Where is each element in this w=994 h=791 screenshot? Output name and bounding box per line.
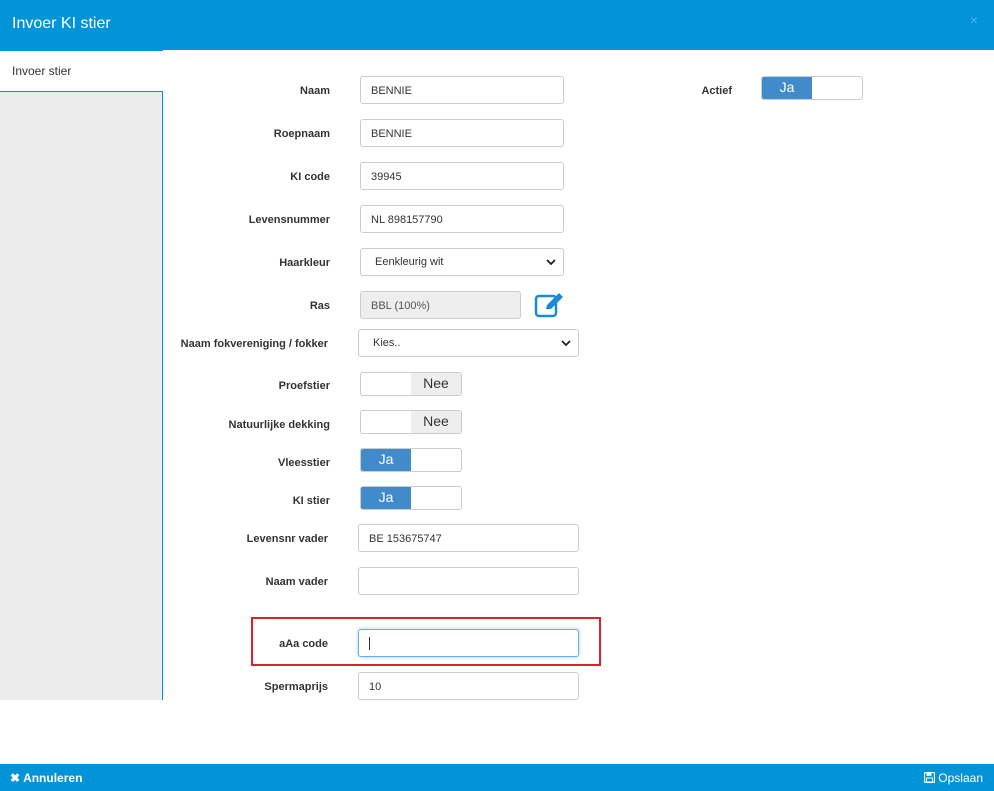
naam-vader-label: Naam vader <box>265 576 328 588</box>
levensnr-vader-label: Levensnr vader <box>246 533 328 545</box>
vleesstier-label: Vleesstier <box>278 457 330 469</box>
close-icon[interactable]: × <box>970 12 978 28</box>
cancel-button[interactable]: ✖ Annuleren <box>10 771 82 785</box>
ki-stier-label: KI stier <box>292 495 330 507</box>
ki-stier-toggle-knob: Ja <box>361 487 411 509</box>
haarkleur-selected: Eenkleurig wit <box>375 256 444 268</box>
proefstier-toggle[interactable]: Nee <box>360 372 462 396</box>
haarkleur-label: Haarkleur <box>279 257 330 269</box>
ras-label: Ras <box>309 300 330 312</box>
modal-title: Invoer KI stier <box>12 15 111 32</box>
aaa-code-label: aAa code <box>279 638 328 650</box>
roepnaam-input[interactable]: BENNIE <box>360 119 564 147</box>
vleesstier-toggle[interactable]: Ja <box>360 448 462 472</box>
sidebar-tab-label: Invoer stier <box>12 64 72 78</box>
proefstier-toggle-knob: Nee <box>411 373 461 395</box>
actief-toggle-knob: Ja <box>762 77 812 99</box>
fokvereniging-select[interactable]: Kies.. <box>358 329 579 357</box>
floppy-disk-icon <box>924 772 936 783</box>
actief-toggle[interactable]: Ja <box>761 76 863 100</box>
natuurlijke-dekking-toggle[interactable]: Nee <box>360 410 462 434</box>
haarkleur-select[interactable]: Eenkleurig wit <box>360 248 564 276</box>
fokvereniging-label: Naam fokvereniging / fokker <box>180 338 328 350</box>
chevron-down-icon <box>561 340 571 347</box>
roepnaam-label: Roepnaam <box>273 128 330 140</box>
ras-input: BBL (100%) <box>360 291 521 319</box>
sidebar-panel <box>0 91 163 700</box>
levensnummer-input[interactable]: NL 898157790 <box>360 205 564 233</box>
naam-label: Naam <box>300 85 330 97</box>
save-label: Opslaan <box>938 771 983 785</box>
cancel-label: Annuleren <box>23 771 83 785</box>
save-button[interactable]: Opslaan <box>924 771 983 785</box>
levensnr-vader-input[interactable]: BE 153675747 <box>358 524 579 552</box>
vleesstier-toggle-knob: Ja <box>361 449 411 471</box>
natuurlijke-dekking-toggle-knob: Nee <box>411 411 461 433</box>
spermaprijs-label: Spermaprijs <box>264 681 328 693</box>
levensnummer-label: Levensnummer <box>248 214 330 226</box>
naam-input[interactable]: BENNIE <box>360 76 564 104</box>
close-icon: ✖ <box>10 771 21 785</box>
aaa-code-input[interactable] <box>358 629 579 657</box>
naam-vader-input[interactable] <box>358 567 579 595</box>
modal-footer: ✖ Annuleren Opslaan <box>0 764 994 791</box>
actief-label: Actief <box>701 85 732 97</box>
modal-header: Invoer KI stier × <box>0 0 994 50</box>
ki-stier-toggle[interactable]: Ja <box>360 486 462 510</box>
fokvereniging-selected: Kies.. <box>373 337 401 349</box>
sidebar-tab-invoer-stier[interactable]: Invoer stier <box>0 50 163 91</box>
spermaprijs-input[interactable]: 10 <box>358 672 579 700</box>
edit-icon[interactable] <box>534 292 566 320</box>
ki-code-input[interactable]: 39945 <box>360 162 564 190</box>
modal: Invoer KI stier × Invoer stier Naam BENN… <box>0 0 994 791</box>
text-caret <box>369 637 370 650</box>
proefstier-label: Proefstier <box>278 380 330 392</box>
natuurlijke-dekking-label: Natuurlijke dekking <box>228 419 330 431</box>
ki-code-label: KI code <box>290 171 330 183</box>
chevron-down-icon <box>546 259 556 266</box>
